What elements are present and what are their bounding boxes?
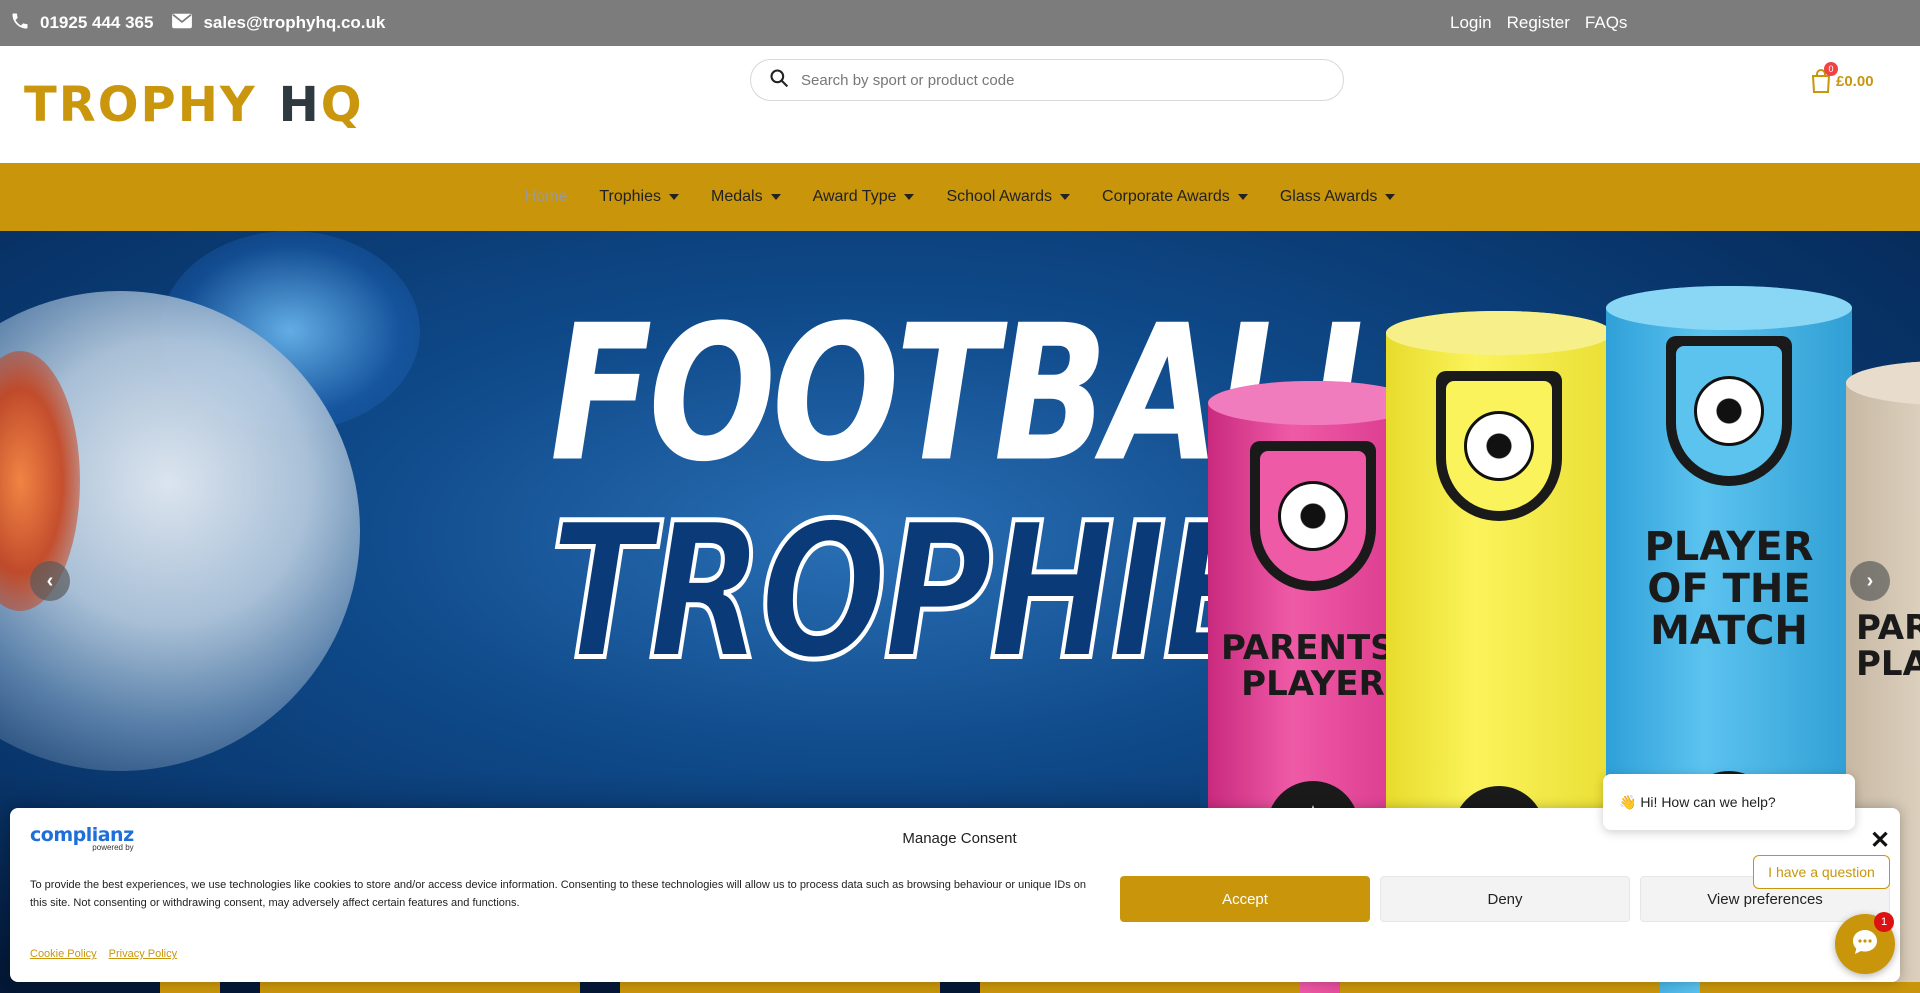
caret-down-icon bbox=[770, 194, 781, 200]
nav-item-glass-awards[interactable]: Glass Awards bbox=[1280, 188, 1396, 206]
chat-notification-badge: 1 bbox=[1874, 912, 1894, 932]
nav-item-award-type[interactable]: Award Type bbox=[813, 188, 915, 206]
consent-title: Manage Consent bbox=[902, 830, 1017, 847]
search-bar bbox=[750, 59, 1344, 101]
product-strip-segment bbox=[980, 982, 1300, 993]
caret-down-icon bbox=[1385, 194, 1396, 200]
shield-icon bbox=[1436, 371, 1562, 521]
policy-links: Cookie Policy Privacy Policy bbox=[30, 948, 177, 960]
shield-inner bbox=[1260, 451, 1366, 581]
slider-next-button[interactable]: › bbox=[1850, 561, 1890, 601]
privacy-policy-link[interactable]: Privacy Policy bbox=[109, 948, 177, 960]
phone-number: 01925 444 365 bbox=[40, 13, 154, 32]
shield-icon bbox=[1250, 441, 1376, 591]
phone-link[interactable]: 01925 444 365 bbox=[10, 11, 153, 36]
nav-label: Trophies bbox=[599, 188, 661, 205]
chat-question-button[interactable]: I have a question bbox=[1753, 855, 1890, 889]
search-icon[interactable] bbox=[769, 68, 789, 93]
envelope-icon bbox=[171, 12, 193, 35]
top-bar: 01925 444 365 sales@trophyhq.co.uk Login… bbox=[0, 0, 1920, 46]
account-links: Login Register FAQs bbox=[1450, 0, 1627, 46]
product-strip-segment bbox=[260, 982, 580, 993]
nav-label: Glass Awards bbox=[1279, 188, 1378, 205]
register-link[interactable]: Register bbox=[1507, 13, 1570, 33]
nav-label: Medals bbox=[711, 188, 763, 205]
site-logo[interactable]: TROPHY H Q bbox=[24, 77, 364, 133]
nav-item-school-awards[interactable]: School Awards bbox=[946, 188, 1071, 206]
deny-button[interactable]: Deny bbox=[1380, 876, 1630, 922]
chat-greeting-bubble[interactable]: 👋 Hi! How can we help? bbox=[1603, 774, 1855, 830]
caret-down-icon bbox=[1237, 194, 1248, 200]
email-link[interactable]: sales@trophyhq.co.uk bbox=[171, 12, 385, 35]
caret-down-icon bbox=[904, 194, 915, 200]
nav-label: Award Type bbox=[812, 188, 897, 205]
nav-label: School Awards bbox=[946, 188, 1053, 205]
email-address: sales@trophyhq.co.uk bbox=[203, 13, 386, 32]
trophy-top bbox=[1846, 361, 1920, 405]
product-strip-segment bbox=[160, 982, 220, 993]
search-input[interactable] bbox=[801, 71, 1321, 89]
trophy-top bbox=[1606, 286, 1852, 330]
site-header: TROPHY H Q 0 £0.00 bbox=[0, 46, 1920, 163]
football-icon bbox=[1278, 481, 1348, 551]
trophy-label: PAR PLA bbox=[1856, 608, 1920, 684]
trophy-top bbox=[1386, 311, 1612, 355]
product-strip-segment bbox=[1700, 982, 1920, 993]
shield-inner bbox=[1446, 381, 1552, 511]
contact-info: 01925 444 365 sales@trophyhq.co.uk bbox=[10, 0, 385, 46]
football-icon bbox=[1464, 411, 1534, 481]
slider-prev-button[interactable]: ‹ bbox=[30, 561, 70, 601]
faqs-link[interactable]: FAQs bbox=[1585, 13, 1628, 33]
product-strip-segment bbox=[1340, 982, 1660, 993]
caret-down-icon bbox=[1060, 194, 1071, 200]
chat-bubble-icon bbox=[1850, 927, 1880, 962]
login-link[interactable]: Login bbox=[1450, 13, 1492, 33]
chat-greeting-text: 👋 Hi! How can we help? bbox=[1619, 793, 1776, 810]
cart-count-badge: 0 bbox=[1824, 62, 1838, 76]
nav-label: Corporate Awards bbox=[1102, 188, 1230, 205]
football-icon bbox=[1694, 376, 1764, 446]
nav-item-home[interactable]: Home bbox=[525, 188, 568, 206]
product-strip-segment bbox=[620, 982, 940, 993]
caret-down-icon bbox=[669, 194, 679, 200]
chevron-left-icon: ‹ bbox=[46, 569, 54, 592]
chevron-right-icon: › bbox=[1866, 569, 1874, 592]
nav-item-trophies[interactable]: Trophies bbox=[599, 188, 679, 206]
nav-label: Home bbox=[524, 188, 568, 205]
cookie-policy-link[interactable]: Cookie Policy bbox=[30, 948, 97, 960]
accept-button[interactable]: Accept bbox=[1120, 876, 1370, 922]
cookie-consent-banner: complianz powered by Manage Consent ✕ To… bbox=[10, 808, 1900, 982]
consent-text: To provide the best experiences, we use … bbox=[30, 879, 1086, 909]
nav-item-corporate-awards[interactable]: Corporate Awards bbox=[1102, 188, 1248, 206]
hero-title: FOOTBALL TROPHIES bbox=[548, 286, 1403, 689]
logo-text-q: Q bbox=[320, 77, 364, 133]
logo-text-h: H bbox=[278, 77, 321, 133]
phone-icon bbox=[10, 11, 30, 36]
hero-title-line2: TROPHIES bbox=[548, 484, 1371, 702]
main-navigation: Home Trophies Medals Award Type School A… bbox=[0, 163, 1920, 231]
shield-icon bbox=[1666, 336, 1792, 486]
close-icon[interactable]: ✕ bbox=[1870, 826, 1890, 855]
shopping-bag-icon: 0 bbox=[1810, 62, 1838, 94]
cart-total: £0.00 bbox=[1836, 72, 1874, 90]
shield-inner bbox=[1676, 346, 1782, 476]
trophy-label: PLAYER OF THE MATCH bbox=[1644, 524, 1814, 654]
hero-title-line1: FOOTBALL bbox=[550, 286, 1403, 504]
logo-text-trophy: TROPHY bbox=[24, 77, 257, 133]
nav-item-medals[interactable]: Medals bbox=[711, 188, 781, 206]
cart-button[interactable]: 0 £0.00 bbox=[1810, 62, 1874, 94]
